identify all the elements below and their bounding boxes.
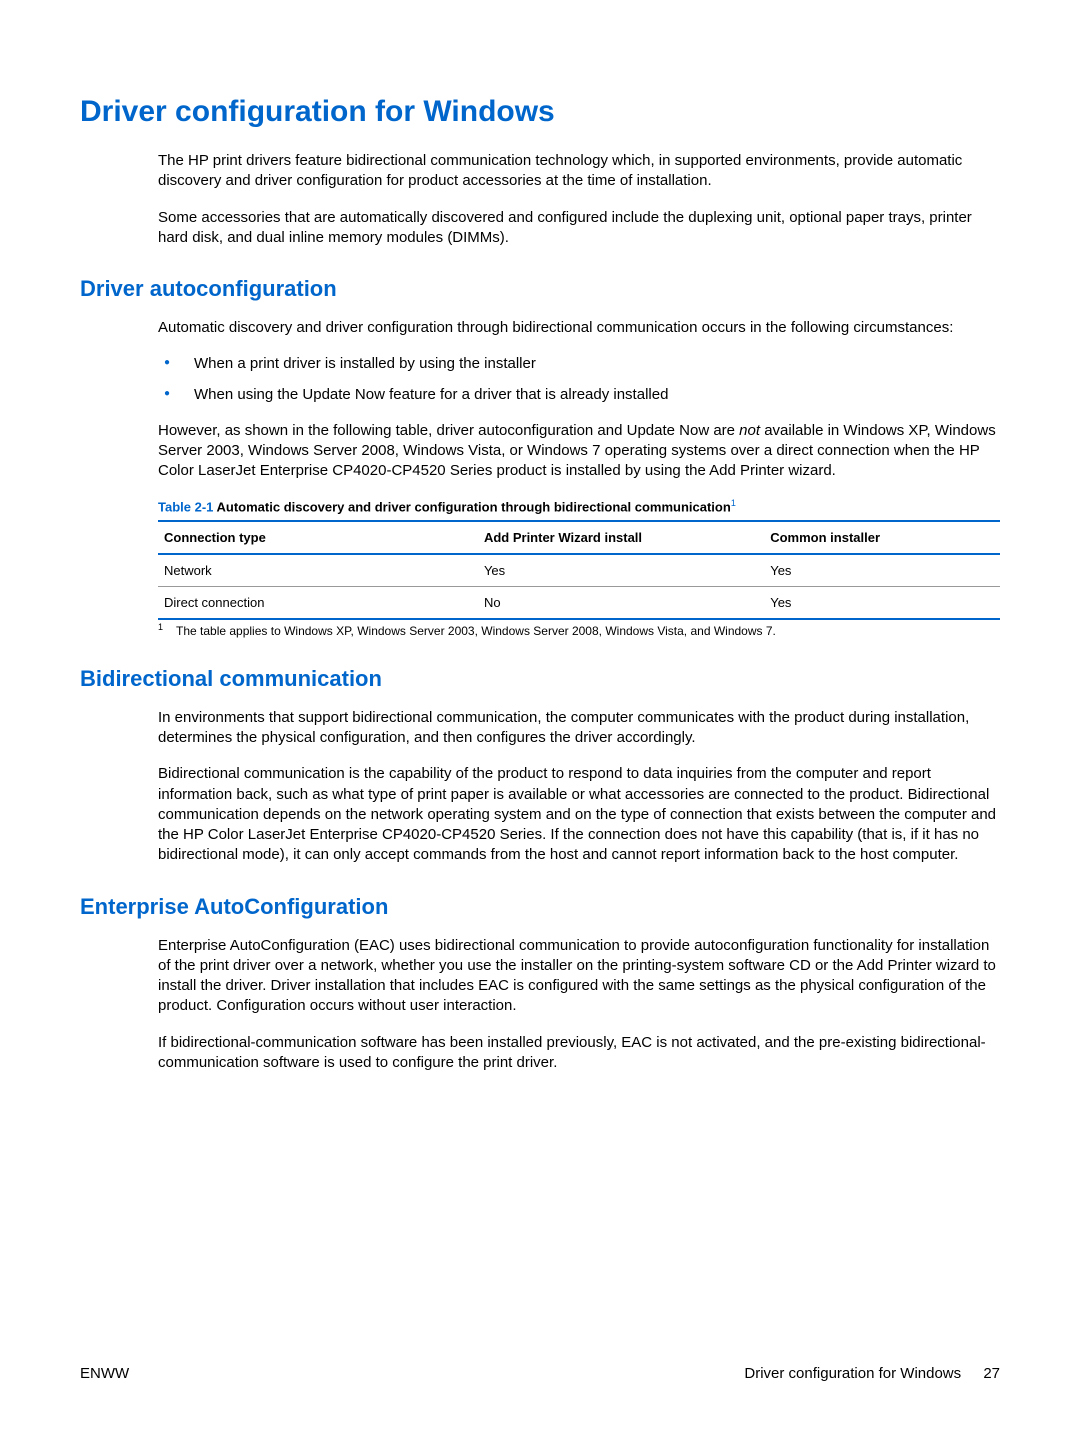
table-header-cell: Common installer [764, 521, 1000, 554]
text-span: However, as shown in the following table… [158, 422, 739, 439]
footer-section-title: Driver configuration for Windows [744, 1365, 961, 1382]
autoconfig-paragraph-2: However, as shown in the following table… [158, 421, 1000, 482]
eac-paragraph-2: If bidirectional-communication software … [158, 1033, 1000, 1074]
table-cell: Yes [764, 586, 1000, 619]
table-header-row: Connection type Add Printer Wizard insta… [158, 521, 1000, 554]
intro-paragraph-1: The HP print drivers feature bidirection… [158, 151, 1000, 192]
autoconfig-paragraph-1: Automatic discovery and driver configura… [158, 318, 1000, 338]
footnote-text: The table applies to Windows XP, Windows… [176, 624, 776, 638]
table-caption-sup: 1 [731, 498, 736, 508]
section-heading-bidi: Bidirectional communication [80, 666, 1000, 692]
section-heading-autoconfig: Driver autoconfiguration [80, 276, 1000, 302]
table-caption: Table 2-1 Automatic discovery and driver… [158, 498, 1000, 514]
table-cell: Network [158, 554, 478, 587]
table-caption-title: Automatic discovery and driver configura… [213, 499, 730, 514]
footer-left: ENWW [80, 1365, 129, 1382]
list-item: When a print driver is installed by usin… [158, 354, 1000, 374]
autoconfig-table: Connection type Add Printer Wizard insta… [158, 520, 1000, 620]
footer-right: Driver configuration for Windows 27 [744, 1365, 1000, 1382]
page-title: Driver configuration for Windows [80, 95, 1000, 129]
table-cell: Yes [764, 554, 1000, 587]
page-footer: ENWW Driver configuration for Windows 27 [80, 1365, 1000, 1382]
section-heading-eac: Enterprise AutoConfiguration [80, 894, 1000, 920]
bidi-paragraph-2: Bidirectional communication is the capab… [158, 764, 1000, 865]
table-caption-label: Table 2-1 [158, 499, 213, 514]
italic-text: not [739, 422, 760, 439]
footnote-number: 1 [158, 622, 163, 632]
bidi-paragraph-1: In environments that support bidirection… [158, 708, 1000, 749]
table-header-cell: Add Printer Wizard install [478, 521, 764, 554]
eac-paragraph-1: Enterprise AutoConfiguration (EAC) uses … [158, 936, 1000, 1017]
table-row: Network Yes Yes [158, 554, 1000, 587]
table-cell: Direct connection [158, 586, 478, 619]
table-footnote: 1 The table applies to Windows XP, Windo… [158, 624, 1000, 638]
footer-page-number: 27 [983, 1365, 1000, 1382]
list-item: When using the Update Now feature for a … [158, 385, 1000, 405]
autoconfig-bullet-list: When a print driver is installed by usin… [158, 354, 1000, 405]
intro-paragraph-2: Some accessories that are automatically … [158, 208, 1000, 249]
table-cell: No [478, 586, 764, 619]
table-cell: Yes [478, 554, 764, 587]
table-row: Direct connection No Yes [158, 586, 1000, 619]
table-header-cell: Connection type [158, 521, 478, 554]
